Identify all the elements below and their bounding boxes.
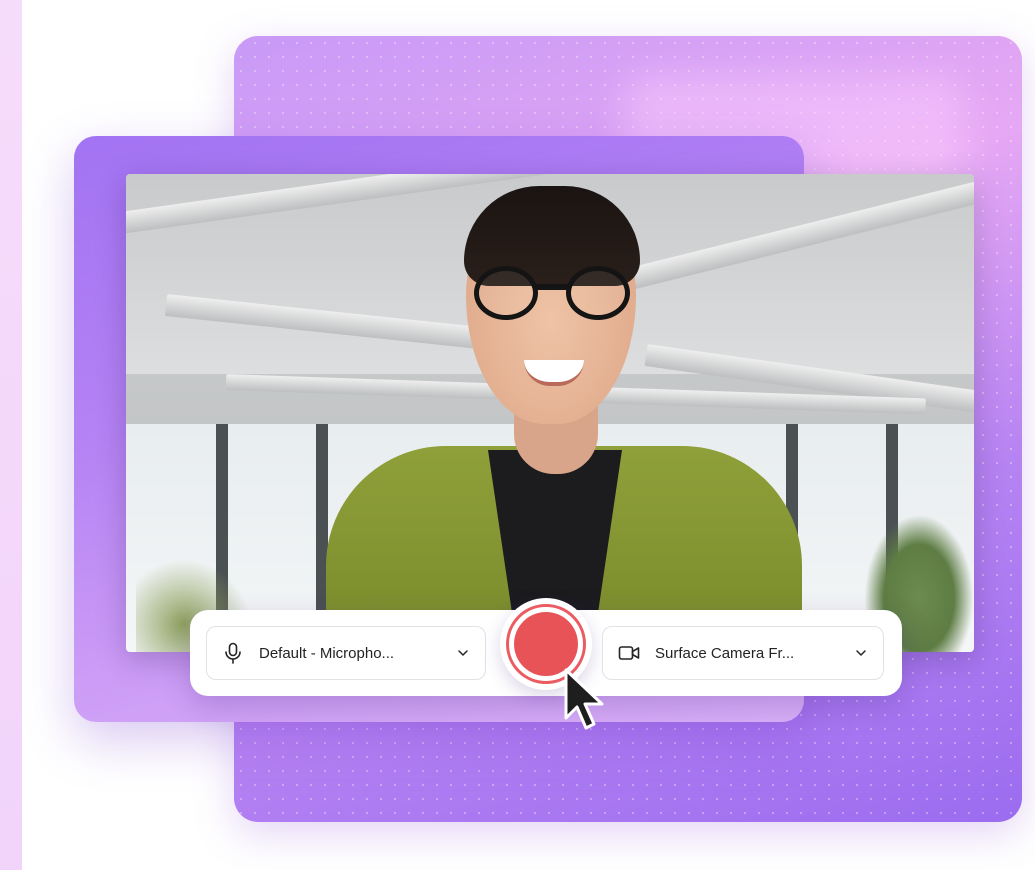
- camera-preview: [126, 174, 974, 652]
- promo-stage: Default - Micropho... Surface Camera Fr.…: [0, 0, 1035, 870]
- chevron-down-icon: [853, 645, 869, 661]
- microphone-label: Default - Micropho...: [259, 644, 395, 662]
- recording-control-bar: Default - Micropho... Surface Camera Fr.…: [190, 598, 902, 696]
- glasses: [474, 266, 634, 324]
- camera-label: Surface Camera Fr...: [655, 644, 795, 662]
- glasses-bridge: [534, 284, 570, 290]
- video-camera-icon: [617, 641, 641, 665]
- glasses-lens: [566, 266, 630, 320]
- camera-select[interactable]: Surface Camera Fr...: [602, 626, 884, 680]
- record-icon: [514, 612, 578, 676]
- mouse-pointer-icon: [562, 668, 612, 734]
- glasses-lens: [474, 266, 538, 320]
- microphone-select[interactable]: Default - Micropho...: [206, 626, 486, 680]
- left-edge-strip: [0, 0, 22, 870]
- chevron-down-icon: [455, 645, 471, 661]
- person: [126, 174, 974, 652]
- microphone-icon: [221, 641, 245, 665]
